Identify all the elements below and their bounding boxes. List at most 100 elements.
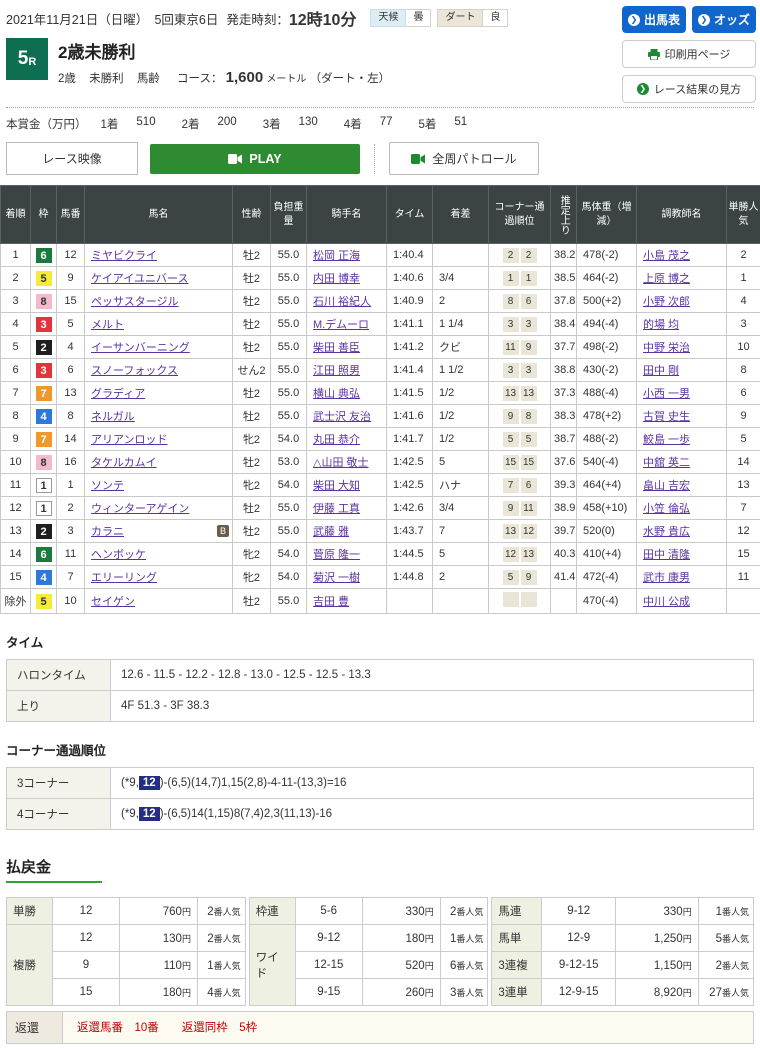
horse-name-link[interactable]: セイゲン bbox=[91, 593, 135, 609]
jockey-link[interactable]: 柴田 善臣 bbox=[313, 342, 360, 354]
print-page-button[interactable]: 印刷用ページ bbox=[622, 40, 756, 68]
jockey-link[interactable]: 江田 照男 bbox=[313, 365, 360, 377]
payout-amount-value: 110 bbox=[164, 960, 182, 972]
jockey-link[interactable]: 横山 典弘 bbox=[313, 388, 360, 400]
margin: 5 bbox=[433, 451, 489, 474]
trainer-link[interactable]: 小野 次郎 bbox=[643, 296, 690, 308]
payout-combination: 9-12 bbox=[542, 898, 616, 925]
finish-time: 1:41.4 bbox=[387, 359, 433, 382]
finish-position: 11 bbox=[1, 474, 31, 497]
trainer-link[interactable]: 小島 茂之 bbox=[643, 250, 690, 262]
jockey-link[interactable]: 武藤 雅 bbox=[313, 526, 349, 538]
jockey-link[interactable]: 吉田 豊 bbox=[313, 596, 349, 608]
horse-name-link[interactable]: ウィンターアゲイン bbox=[91, 500, 189, 516]
horse-name-link[interactable]: ペッサスタージル bbox=[91, 293, 179, 309]
race-class: 未勝利 bbox=[89, 73, 124, 85]
trainer-link[interactable]: 小西 一男 bbox=[643, 388, 690, 400]
trainer-link[interactable]: 的場 均 bbox=[643, 319, 679, 331]
jockey-link[interactable]: M.デムーロ bbox=[313, 319, 369, 331]
horse-number: 5 bbox=[57, 313, 85, 336]
trainer-link[interactable]: 中川 公成 bbox=[643, 596, 690, 608]
entries-button[interactable]: ❯ 出馬表 bbox=[622, 6, 686, 33]
horse-name-wrap: アリアンロッド bbox=[91, 431, 229, 447]
trainer-link[interactable]: 田中 剛 bbox=[643, 365, 679, 377]
table-row: 1111ソンテ牝254.0柴田 大知1:42.5ハナ7639.3464(+4)畠… bbox=[1, 474, 760, 497]
trainer-link[interactable]: 上原 博之 bbox=[643, 273, 690, 285]
carried-weight: 54.0 bbox=[271, 543, 307, 566]
horse-name-wrap: メルト bbox=[91, 316, 229, 332]
horse-name-link[interactable]: イーサンバーニング bbox=[91, 339, 190, 355]
payout-popularity-suffix: 番人気 bbox=[722, 907, 749, 917]
payout-combination: 12-9 bbox=[542, 925, 616, 952]
jockey-link[interactable]: 松岡 正海 bbox=[313, 250, 360, 262]
jockey-link[interactable]: 石川 裕紀人 bbox=[313, 296, 371, 308]
payout-combination: 9-12-15 bbox=[542, 952, 616, 979]
frame-number-badge: 4 bbox=[36, 570, 52, 585]
horse-name-link[interactable]: スノーフォックス bbox=[91, 362, 178, 378]
finish-time: 1:41.7 bbox=[387, 428, 433, 451]
jockey-link[interactable]: △山田 敬士 bbox=[313, 457, 369, 469]
race-conditions: 2歳 未勝利 馬齢 コース： 1,600 メートル （ダート・左） bbox=[58, 69, 390, 86]
print-button-label: 印刷用ページ bbox=[665, 46, 731, 62]
play-button[interactable]: PLAY bbox=[150, 144, 360, 174]
jockey-cell: M.デムーロ bbox=[307, 313, 387, 336]
win-popularity: 11 bbox=[727, 566, 760, 589]
finish-position: 5 bbox=[1, 336, 31, 359]
table-row: 1323カラニB牡255.0武藤 雅1:43.77131239.7520(0)水… bbox=[1, 520, 760, 543]
jockey-link[interactable]: 菊沢 一樹 bbox=[313, 572, 360, 584]
trainer-link[interactable]: 中舘 英二 bbox=[643, 457, 690, 469]
trainer-link[interactable]: 田中 清隆 bbox=[643, 549, 690, 561]
horse-name-link[interactable]: ヘンボッケ bbox=[91, 546, 146, 562]
time-row-value: 12.6 - 11.5 - 12.2 - 12.8 - 13.0 - 12.5 … bbox=[111, 660, 754, 691]
horse-name-link[interactable]: カラニ bbox=[91, 523, 124, 539]
trainer-link[interactable]: 鮫島 一歩 bbox=[643, 434, 690, 446]
horse-name-link[interactable]: ネルガル bbox=[91, 408, 135, 424]
trainer-link[interactable]: 水野 貴広 bbox=[643, 526, 690, 538]
jockey-link[interactable]: 武士沢 友治 bbox=[313, 411, 371, 423]
prize-amount: 510 bbox=[136, 116, 155, 132]
finish-position: 3 bbox=[1, 290, 31, 313]
payout-amount: 1,150円 bbox=[616, 952, 698, 979]
horse-name-link[interactable]: エリーリング bbox=[91, 569, 157, 585]
trainer-link[interactable]: 小笠 倫弘 bbox=[643, 503, 690, 515]
corner-pass-box: 11 bbox=[521, 501, 537, 516]
payout-amount-value: 130 bbox=[163, 933, 182, 945]
last-3f: 38.4 bbox=[551, 313, 577, 336]
course-detail: （ダート・左） bbox=[310, 73, 391, 85]
horse-name-link[interactable]: タケルカムイ bbox=[91, 454, 157, 470]
jockey-link[interactable]: 柴田 大知 bbox=[313, 480, 360, 492]
trainer-link[interactable]: 武市 康男 bbox=[643, 572, 690, 584]
horse-name-cell: ソンテ bbox=[85, 474, 233, 497]
frame-cell: 8 bbox=[31, 290, 57, 313]
jockey-link[interactable]: 菅原 隆一 bbox=[313, 549, 360, 561]
frame-number-badge: 8 bbox=[36, 294, 52, 309]
horse-name-cell: ヘンボッケ bbox=[85, 543, 233, 566]
horse-number: 7 bbox=[57, 566, 85, 589]
trainer-link[interactable]: 中野 栄治 bbox=[643, 342, 690, 354]
jockey-link[interactable]: 丸田 恭介 bbox=[313, 434, 360, 446]
horse-name-link[interactable]: グラディア bbox=[91, 385, 145, 401]
horse-name-link[interactable]: ソンテ bbox=[91, 477, 124, 493]
jockey-link[interactable]: 伊藤 工真 bbox=[313, 503, 360, 515]
corner-row-label: 3コーナー bbox=[7, 768, 111, 799]
patrol-video-button[interactable]: 全周パトロール bbox=[389, 142, 539, 175]
winner-highlight: 12 bbox=[139, 776, 160, 790]
odds-button[interactable]: ❯ オッズ bbox=[692, 6, 756, 33]
prize-place: 3着 bbox=[263, 116, 281, 132]
horse-name-link[interactable]: アリアンロッド bbox=[91, 431, 168, 447]
result-guide-button[interactable]: ❯ レース結果の見方 bbox=[622, 75, 756, 103]
payout-amount-unit: 円 bbox=[425, 961, 434, 971]
horse-name-cell: ウィンターアゲイン bbox=[85, 497, 233, 520]
body-weight: 464(+4) bbox=[577, 474, 637, 497]
horse-name-link[interactable]: ミヤビクライ bbox=[91, 247, 157, 263]
race-video-button[interactable]: レース映像 bbox=[6, 142, 138, 175]
trainer-link[interactable]: 畠山 吉宏 bbox=[643, 480, 690, 492]
payout-popularity: 1番人気 bbox=[440, 925, 488, 952]
payout-amount-value: 1,250 bbox=[654, 933, 683, 945]
trainer-link[interactable]: 古賀 史生 bbox=[643, 411, 690, 423]
margin: 1 1/2 bbox=[433, 359, 489, 382]
jockey-link[interactable]: 内田 博幸 bbox=[313, 273, 360, 285]
horse-name-link[interactable]: ケイアイユニバース bbox=[91, 270, 188, 286]
horse-name-link[interactable]: メルト bbox=[91, 316, 124, 332]
table-row: 848ネルガル牡255.0武士沢 友治1:41.61/29838.3478(+2… bbox=[1, 405, 760, 428]
